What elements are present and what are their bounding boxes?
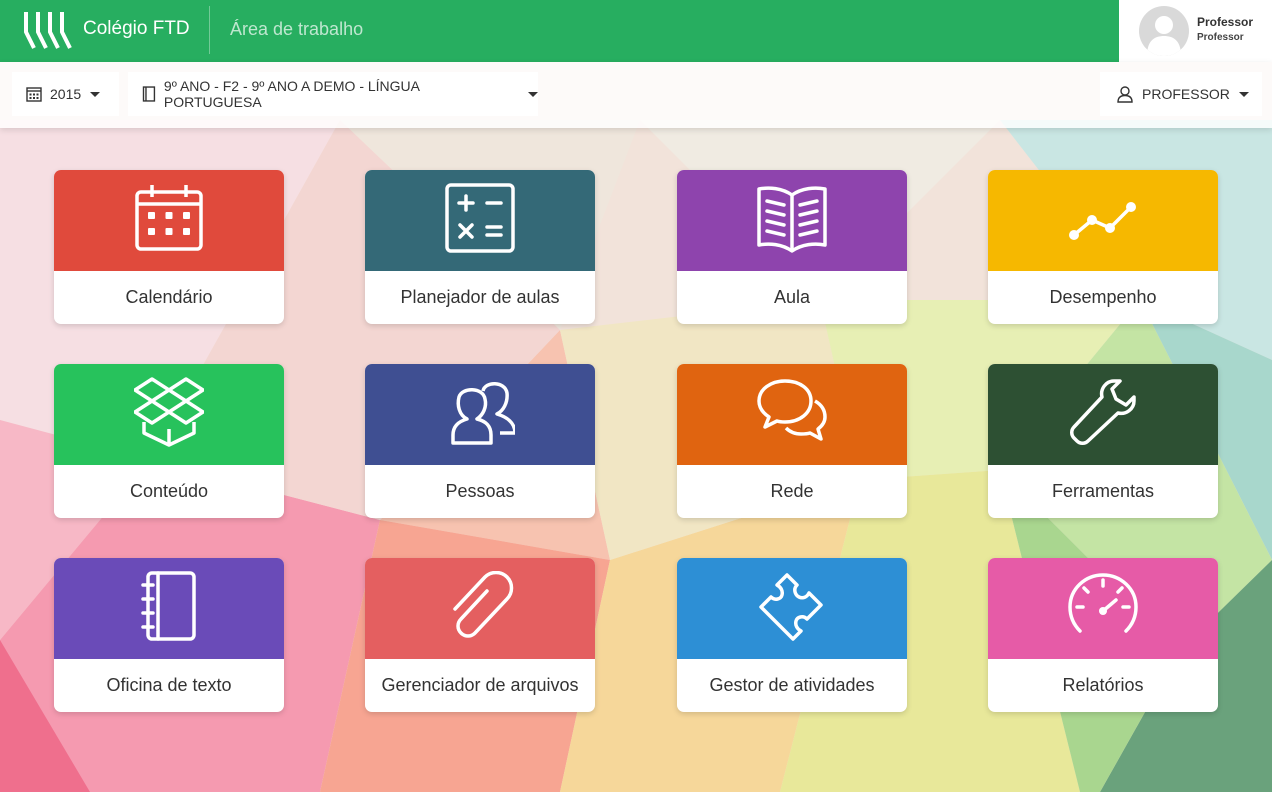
tile-label: Rede (770, 481, 814, 501)
chat-bubbles-icon (757, 379, 827, 441)
calendar-small-icon (26, 87, 42, 102)
tile-header (54, 170, 284, 271)
user-role: Professor (1197, 32, 1244, 43)
tile-oficina-de-texto[interactable]: Oficina de texto (54, 558, 284, 712)
avatar[interactable] (1139, 6, 1189, 56)
tile-header (988, 364, 1218, 465)
book-small-icon (142, 86, 156, 102)
tile-aula[interactable]: Aula (677, 170, 907, 324)
tile-header (365, 558, 595, 659)
tile-planejador-de-aulas[interactable]: Planejador de aulas (365, 170, 595, 324)
year-selector[interactable]: 2015 (12, 72, 119, 116)
tile-label: Aula (773, 287, 811, 307)
chevron-down-icon (1238, 91, 1249, 97)
tile-header (677, 558, 907, 659)
paperclip-icon (453, 571, 514, 638)
line-chart-icon (1069, 202, 1136, 240)
calculator-icon (445, 183, 515, 253)
role-value: PROFESSOR (1142, 86, 1230, 102)
tile-label: Gestor de atividades (709, 675, 875, 695)
tile-header (365, 364, 595, 465)
user-menu[interactable]: Professor Professor (1119, 0, 1272, 62)
tile-label: Relatórios (1062, 675, 1144, 695)
tile-label: Gerenciador de arquivos (381, 675, 579, 695)
dropbox-icon (134, 377, 204, 447)
class-value: 9º ANO - F2 - 9º ANO A DEMO - LÍNGUA POR… (163, 78, 420, 110)
tile-calendario[interactable]: Calendário (54, 170, 284, 324)
context-bar: 2015 9º ANO - F2 - 9º ANO A DEMO - LÍNGU… (0, 62, 1272, 128)
tile-label: Ferramentas (1051, 481, 1155, 501)
tile-rede[interactable]: Rede (677, 364, 907, 518)
tile-ferramentas[interactable]: Ferramentas (988, 364, 1218, 518)
tile-label: Conteúdo (129, 481, 209, 501)
tile-header (365, 170, 595, 271)
user-outline-icon (1117, 86, 1133, 103)
chevron-down-icon (90, 91, 101, 97)
tile-label: Planejador de aulas (400, 287, 560, 307)
tile-header (677, 364, 907, 465)
user-name: Professor (1197, 15, 1254, 29)
tile-desempenho[interactable]: Desempenho (988, 170, 1218, 324)
calendar-icon (135, 185, 203, 251)
top-bar: Colégio FTD Área de trabalho Professor P… (0, 0, 1272, 62)
tile-header (988, 558, 1218, 659)
year-value: 2015 (50, 86, 82, 102)
user-silhouette-icon (1147, 16, 1181, 56)
class-selector[interactable]: 9º ANO - F2 - 9º ANO A DEMO - LÍNGUA POR… (128, 72, 538, 116)
tile-gestor-de-atividades[interactable]: Gestor de atividades (677, 558, 907, 712)
tile-header (988, 170, 1218, 271)
tile-header (54, 558, 284, 659)
tile-label: Pessoas (445, 481, 515, 501)
tile-relatorios[interactable]: Relatórios (988, 558, 1218, 712)
chevron-down-icon (528, 91, 538, 97)
notebook-icon (141, 571, 196, 641)
role-selector[interactable]: PROFESSOR (1100, 72, 1262, 116)
ftd-logo-icon[interactable] (22, 8, 72, 52)
tile-label: Desempenho (1049, 287, 1157, 307)
brand-name[interactable]: Colégio FTD (83, 18, 190, 40)
page-title: Área de trabalho (230, 19, 364, 39)
puzzle-icon (759, 573, 823, 641)
tile-gerenciador-de-arquivos[interactable]: Gerenciador de arquivos (365, 558, 595, 712)
tile-label: Calendário (125, 287, 213, 307)
tile-conteudo[interactable]: Conteúdo (54, 364, 284, 518)
speedometer-icon (1068, 573, 1138, 633)
tile-pessoas[interactable]: Pessoas (365, 364, 595, 518)
open-book-icon (757, 186, 827, 253)
wrench-icon (1070, 379, 1136, 445)
tile-header (677, 170, 907, 271)
tile-label: Oficina de texto (106, 675, 232, 695)
people-icon (451, 382, 515, 445)
tile-header (54, 364, 284, 465)
header-divider (209, 6, 210, 54)
